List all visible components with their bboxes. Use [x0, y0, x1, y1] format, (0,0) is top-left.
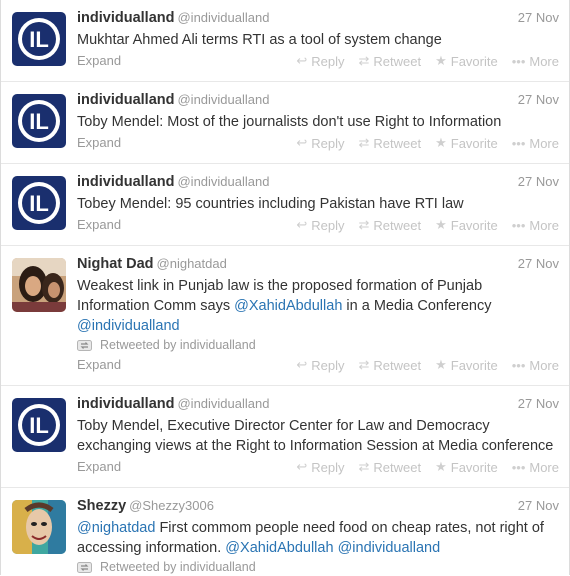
expand-link[interactable]: Expand — [77, 459, 121, 474]
timestamp[interactable]: 27 Nov — [518, 256, 559, 271]
tweet-item[interactable]: Shezzy @Shezzy3006 27 Nov @nighatdad Firs… — [0, 488, 570, 575]
reply-arrow-icon: ↩ — [296, 459, 308, 474]
avatar[interactable]: IL — [12, 398, 66, 452]
star-icon: ★ — [435, 217, 447, 232]
author-name[interactable]: individualland — [77, 92, 174, 108]
favorite-button[interactable]: ★ Favorite — [435, 53, 498, 69]
retweet-icon — [77, 339, 92, 351]
ellipsis-icon: ••• — [511, 217, 526, 233]
tweet-text: @nighatdad First commom people need food… — [77, 520, 544, 556]
tweet-text: Toby Mendel, Executive Director Center f… — [77, 418, 554, 454]
avatar[interactable]: IL — [12, 176, 66, 230]
expand-link[interactable]: Expand — [77, 135, 121, 150]
mention-link[interactable]: @XahidAbdullah — [234, 298, 342, 314]
author-handle[interactable]: @Shezzy3006 — [129, 498, 214, 513]
ellipsis-icon: ••• — [511, 53, 526, 69]
mention-link[interactable]: @nighatdad — [77, 520, 155, 536]
timestamp[interactable]: 27 Nov — [518, 498, 559, 513]
favorite-button[interactable]: ★ Favorite — [435, 357, 498, 373]
author-handle[interactable]: @individualland — [177, 174, 269, 189]
reply-arrow-icon: ↩ — [296, 357, 308, 372]
avatar[interactable]: IL — [12, 94, 66, 148]
tweet-text: Weakest link in Punjab law is the propos… — [77, 278, 492, 334]
author-name[interactable]: individualland — [77, 10, 174, 26]
avatar[interactable] — [12, 500, 66, 554]
retweet-button[interactable]: ⇄ Retweet — [358, 135, 421, 151]
favorite-button[interactable]: ★ Favorite — [435, 135, 498, 151]
retweet-button[interactable]: ⇄ Retweet — [358, 459, 421, 475]
author-name[interactable]: individualland — [77, 396, 174, 412]
retweeted-by[interactable]: Retweeted by individualland — [77, 338, 256, 352]
retweet-button[interactable]: ⇄ Retweet — [358, 53, 421, 69]
svg-text:IL: IL — [29, 413, 49, 438]
reply-arrow-icon: ↩ — [296, 217, 308, 232]
more-button[interactable]: ••• More — [512, 135, 559, 151]
tweet-item[interactable]: IL individualland @individualland 27 Nov … — [0, 164, 570, 246]
expand-link[interactable]: Expand — [77, 357, 121, 372]
ellipsis-icon: ••• — [511, 357, 526, 373]
timestamp[interactable]: 27 Nov — [518, 92, 559, 107]
reply-button[interactable]: ↩ Reply — [296, 217, 344, 233]
avatar[interactable]: IL — [12, 12, 66, 66]
tweet-text: Mukhtar Ahmed Ali terms RTI as a tool of… — [77, 32, 442, 48]
tweet-item[interactable]: IL individualland @individualland 27 Nov … — [0, 0, 570, 82]
mention-link[interactable]: @individualland — [338, 540, 441, 556]
tweet-text: Toby Mendel: Most of the journalists don… — [77, 114, 502, 130]
retweet-icon: ⇄ — [358, 217, 370, 232]
author-name[interactable]: Nighat Dad — [77, 256, 154, 272]
retweet-icon: ⇄ — [358, 459, 370, 474]
reply-button[interactable]: ↩ Reply — [296, 357, 344, 373]
svg-text:IL: IL — [29, 27, 49, 52]
retweet-icon: ⇄ — [358, 357, 370, 372]
svg-text:IL: IL — [29, 109, 49, 134]
mention-link[interactable]: @XahidAbdullah — [225, 540, 333, 556]
tweet-item[interactable]: IL individualland @individualland 27 Nov … — [0, 386, 570, 488]
author-name[interactable]: individualland — [77, 174, 174, 190]
tweet-item[interactable]: Nighat Dad @nighatdad 27 Nov Weakest link… — [0, 246, 570, 386]
reply-button[interactable]: ↩ Reply — [296, 53, 344, 69]
favorite-button[interactable]: ★ Favorite — [435, 217, 498, 233]
left-border — [0, 0, 1, 575]
avatar[interactable] — [12, 258, 66, 312]
retweet-icon: ⇄ — [358, 53, 370, 68]
more-button[interactable]: ••• More — [512, 53, 559, 69]
retweeted-by[interactable]: Retweeted by individualland — [77, 560, 256, 574]
svg-text:IL: IL — [29, 191, 49, 216]
reply-arrow-icon: ↩ — [296, 53, 308, 68]
retweet-button[interactable]: ⇄ Retweet — [358, 357, 421, 373]
author-handle[interactable]: @individualland — [177, 10, 269, 25]
retweet-button[interactable]: ⇄ Retweet — [358, 217, 421, 233]
ellipsis-icon: ••• — [511, 135, 526, 151]
more-button[interactable]: ••• More — [512, 217, 559, 233]
author-name[interactable]: Shezzy — [77, 498, 126, 514]
reply-button[interactable]: ↩ Reply — [296, 135, 344, 151]
ellipsis-icon: ••• — [511, 459, 526, 475]
expand-link[interactable]: Expand — [77, 217, 121, 232]
star-icon: ★ — [435, 53, 447, 68]
more-button[interactable]: ••• More — [512, 357, 559, 373]
reply-arrow-icon: ↩ — [296, 135, 308, 150]
star-icon: ★ — [435, 135, 447, 150]
timestamp[interactable]: 27 Nov — [518, 174, 559, 189]
retweet-icon — [77, 561, 92, 573]
timestamp[interactable]: 27 Nov — [518, 396, 559, 411]
reply-button[interactable]: ↩ Reply — [296, 459, 344, 475]
timestamp[interactable]: 27 Nov — [518, 10, 559, 25]
more-button[interactable]: ••• More — [512, 459, 559, 475]
favorite-button[interactable]: ★ Favorite — [435, 459, 498, 475]
mention-link[interactable]: @individualland — [77, 318, 180, 334]
author-handle[interactable]: @nighatdad — [157, 256, 227, 271]
star-icon: ★ — [435, 357, 447, 372]
tweet-item[interactable]: IL individualland @individualland 27 Nov … — [0, 82, 570, 164]
expand-link[interactable]: Expand — [77, 53, 121, 68]
author-handle[interactable]: @individualland — [177, 396, 269, 411]
star-icon: ★ — [435, 459, 447, 474]
tweet-text: Tobey Mendel: 95 countries including Pak… — [77, 196, 464, 212]
retweet-icon: ⇄ — [358, 135, 370, 150]
author-handle[interactable]: @individualland — [177, 92, 269, 107]
